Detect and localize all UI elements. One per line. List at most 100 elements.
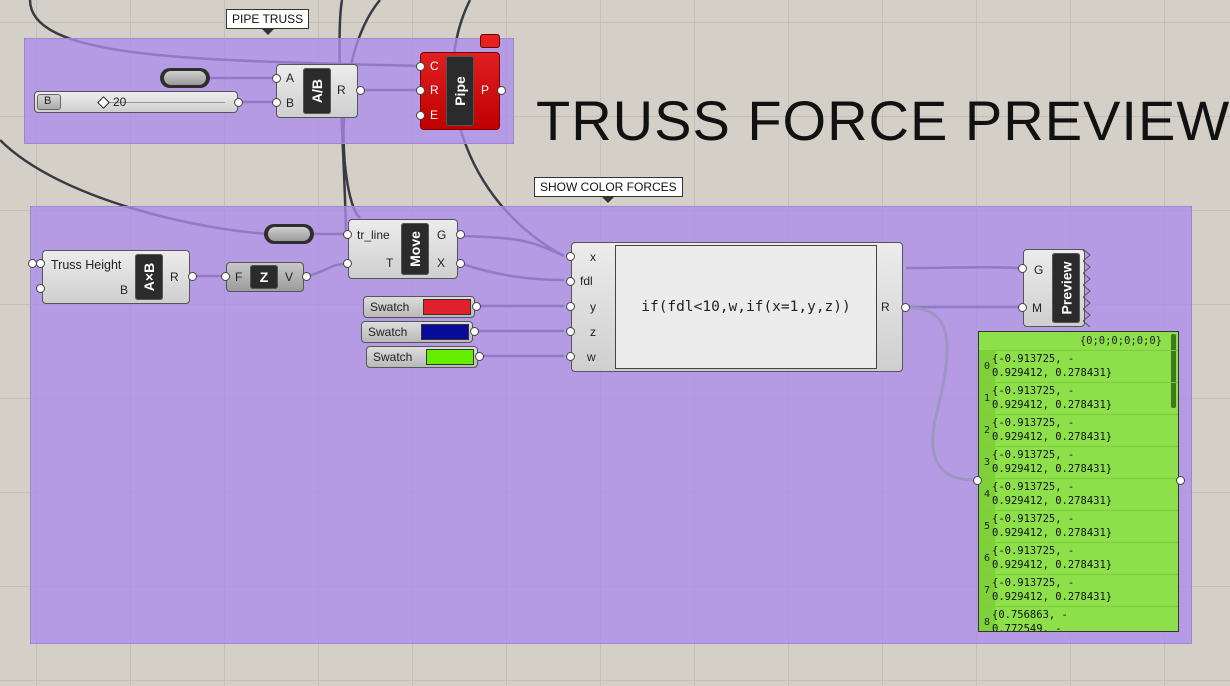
pipe-grip-e[interactable] <box>416 111 425 120</box>
preview-input-m: M <box>1032 301 1042 315</box>
move-grip-t[interactable] <box>343 259 352 268</box>
expression-grip-x[interactable] <box>566 252 575 261</box>
multiply-grip-a[interactable] <box>36 259 45 268</box>
expression-component[interactable]: x fdl y z w if(fdl<10,w,if(x=1,y,z)) R <box>571 242 903 372</box>
preview-input-g: G <box>1034 263 1044 277</box>
swatch-green[interactable]: Swatch <box>366 346 478 368</box>
multiply-nickname: A×B <box>135 254 163 300</box>
division-input-b: B <box>286 96 295 110</box>
panel-row: 0 {-0.913725, - 0.929412, 0.278431} <box>979 350 1178 382</box>
expression-grip-w[interactable] <box>566 352 575 361</box>
panel-row: 3 {-0.913725, - 0.929412, 0.278431} <box>979 446 1178 478</box>
swatch-color-red <box>423 299 471 315</box>
pipe-component[interactable]: C R E P Pipe <box>420 52 500 130</box>
panel-rows: 0 {-0.913725, - 0.929412, 0.278431} 1 {-0.… <box>979 350 1178 631</box>
pipe-grip-r[interactable] <box>416 86 425 95</box>
expression-formula: if(fdl<10,w,if(x=1,y,z)) <box>641 299 851 315</box>
pipe-grip-c[interactable] <box>416 62 425 71</box>
expression-grip-z[interactable] <box>566 327 575 336</box>
division-output-r: R <box>337 83 346 97</box>
warning-balloon-icon[interactable] <box>480 34 500 48</box>
expression-input-x: x <box>590 250 596 264</box>
expression-input-z: z <box>590 325 596 339</box>
division-nickname: A/B <box>303 68 331 114</box>
multiply-input-a-label: Truss Height <box>51 258 122 272</box>
preview-grip-m[interactable] <box>1018 303 1027 312</box>
division-grip-b[interactable] <box>272 98 281 107</box>
relay-node[interactable] <box>160 68 210 88</box>
expression-input-y: y <box>590 300 596 314</box>
slider-knob-icon[interactable] <box>97 96 110 109</box>
panel-grip-out[interactable] <box>1176 476 1185 485</box>
swatch-blue-grip[interactable] <box>470 327 479 336</box>
division-grip-a[interactable] <box>272 74 281 83</box>
unit-z-component[interactable]: F V Z <box>226 262 304 292</box>
preview-nickname: Preview <box>1052 253 1080 323</box>
panel-row: 4 {-0.913725, - 0.929412, 0.278431} <box>979 478 1178 510</box>
expression-input-w: w <box>587 350 596 364</box>
panel-row: 2 {-0.913725, - 0.929412, 0.278431} <box>979 414 1178 446</box>
swatch-label: Swatch <box>370 300 410 314</box>
move-nickname: Move <box>401 223 429 275</box>
panel-row: 6 {-0.913725, - 0.929412, 0.278431} <box>979 542 1178 574</box>
unit-z-grip-v[interactable] <box>302 272 311 281</box>
unit-z-input-f: F <box>235 270 243 284</box>
panel-row: 5 {-0.913725, - 0.929412, 0.278431} <box>979 510 1178 542</box>
swatch-blue[interactable]: Swatch <box>361 321 473 343</box>
move-component[interactable]: tr_line T G X Move <box>348 219 458 279</box>
expression-grip-fdl[interactable] <box>566 277 575 286</box>
group-label-pipe-truss: PIPE TRUSS <box>226 9 310 35</box>
preview-zigzag-edge-icon <box>1083 249 1091 327</box>
expression-grip-r[interactable] <box>901 303 910 312</box>
unit-z-grip-f[interactable] <box>221 272 230 281</box>
slider-label: B <box>44 95 52 107</box>
panel-row: 1 {-0.913725, - 0.929412, 0.278431} <box>979 382 1178 414</box>
expression-body[interactable]: if(fdl<10,w,if(x=1,y,z)) <box>615 245 877 369</box>
move-grip-out-x[interactable] <box>456 259 465 268</box>
panel-row: 7 {-0.913725, - 0.929412, 0.278431} <box>979 574 1178 606</box>
move-output-x: X <box>437 256 446 270</box>
slider-output-grip[interactable] <box>234 98 243 107</box>
pipe-nickname: Pipe <box>446 56 474 126</box>
panel-row: 8 {0.756863, - 0.772549, - <box>979 606 1178 631</box>
pipe-grip-p[interactable] <box>497 86 506 95</box>
pipe-input-c: C <box>430 59 439 73</box>
number-slider[interactable]: B 20 <box>34 91 238 113</box>
move-input-t: T <box>386 256 394 270</box>
preview-component[interactable]: G M Preview <box>1023 249 1085 327</box>
unit-z-nickname: Z <box>250 265 278 289</box>
division-input-a: A <box>286 71 295 85</box>
multiply-component[interactable]: Truss Height B R A×B <box>42 250 190 304</box>
expression-input-fdl: fdl <box>580 274 593 288</box>
multiply-grip-r[interactable] <box>188 272 197 281</box>
relay-node-2[interactable] <box>264 224 314 244</box>
panel-grip-in[interactable] <box>973 476 982 485</box>
expression-output-r: R <box>881 300 890 314</box>
canvas-title: TRUSS FORCE PREVIEW <box>536 89 1230 152</box>
swatch-label: Swatch <box>373 350 413 364</box>
move-grip-out-g[interactable] <box>456 230 465 239</box>
move-output-g: G <box>437 228 447 242</box>
move-input-geometry: tr_line <box>357 228 390 242</box>
expression-grip-y[interactable] <box>566 302 575 311</box>
division-grip-r[interactable] <box>356 86 365 95</box>
swatch-color-green <box>426 349 474 365</box>
slider-value: 20 <box>113 95 127 109</box>
multiply-input-b: B <box>120 283 129 297</box>
unit-z-output-v: V <box>285 270 294 284</box>
swatch-color-blue <box>421 324 469 340</box>
panel-header: {0;0;0;0;0;0} <box>1079 335 1162 347</box>
move-grip-g[interactable] <box>343 230 352 239</box>
group-label-show-color-forces: SHOW COLOR FORCES <box>534 177 683 203</box>
pipe-input-r: R <box>430 83 439 97</box>
pipe-output-p: P <box>481 83 490 97</box>
preview-grip-g[interactable] <box>1018 264 1027 273</box>
data-panel[interactable]: {0;0;0;0;0;0} 0 {-0.913725, - 0.929412, 0… <box>978 331 1179 632</box>
swatch-red-grip[interactable] <box>472 302 481 311</box>
multiply-grip-b[interactable] <box>36 284 45 293</box>
pipe-input-e: E <box>430 108 439 122</box>
swatch-label: Swatch <box>368 325 408 339</box>
swatch-green-grip[interactable] <box>475 352 484 361</box>
swatch-red[interactable]: Swatch <box>363 296 475 318</box>
division-component[interactable]: A B R A/B <box>276 64 358 118</box>
